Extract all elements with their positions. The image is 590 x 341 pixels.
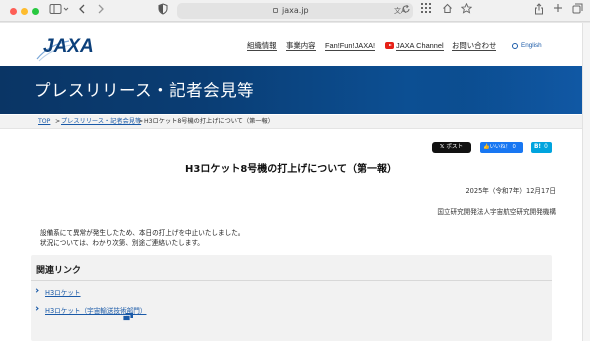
article-paragraph: 状況については、わかり次第、別途ご連絡いたします。 <box>40 239 204 247</box>
breadcrumb-separator: > <box>138 118 144 125</box>
share-icon[interactable] <box>533 3 545 19</box>
language-english-link[interactable]: English <box>521 42 542 49</box>
privacy-shield-icon[interactable] <box>157 3 169 19</box>
hatena-b-icon: B! <box>534 144 542 150</box>
url-text: jaxa.jp <box>282 6 309 15</box>
nav-fan-fun-jaxa[interactable]: Fan!Fun!JAXA! <box>325 41 376 51</box>
nav-contact[interactable]: お問い合わせ <box>452 41 497 51</box>
bookmark-star-icon[interactable] <box>460 2 472 19</box>
jaxa-logo-text: JAXA <box>43 36 93 57</box>
jaxa-logo[interactable]: JAXA <box>35 29 94 63</box>
related-links-box: 関連リンク <box>31 255 552 341</box>
article-organization: 国立研究開発法人宇宙航空研究開発機構 <box>437 208 556 216</box>
hatena-count: 0 <box>544 144 548 150</box>
address-bar[interactable]: jaxa.jp 文A <box>177 3 413 19</box>
zoom-window-button[interactable] <box>32 8 39 15</box>
nav-projects[interactable]: 事業内容 <box>286 41 316 51</box>
web-page: JAXA 組織情報 事業内容 Fan!Fun!JAXA! JAXA Channe… <box>0 23 590 341</box>
youtube-icon <box>385 42 394 49</box>
browser-toolbar: jaxa.jp 文A <box>0 0 590 22</box>
section-title: プレスリリース・記者会見等 <box>34 81 255 100</box>
article-date: 2025年（令和7年）12月17日 <box>465 187 556 195</box>
apps-grid-icon[interactable] <box>420 3 432 19</box>
lock-icon <box>273 8 278 13</box>
x-post-button[interactable]: 𝕏 ポスト <box>432 142 471 153</box>
nav-organization[interactable]: 組織情報 <box>247 41 277 51</box>
breadcrumb: TOP > プレスリリース・記者会見等 > H3ロケット8号機の打上げについて（… <box>0 115 582 129</box>
tab-overview-icon[interactable] <box>571 3 583 19</box>
article-paragraph: 設備系にて異常が発生したため、本日の打上げを中止いたしました。 <box>40 229 245 237</box>
breadcrumb-press-releases[interactable]: プレスリリース・記者会見等 <box>61 117 141 126</box>
x-post-label: ポスト <box>446 144 464 150</box>
breadcrumb-separator: > <box>55 118 61 125</box>
divider <box>31 280 552 281</box>
minimize-window-button[interactable] <box>21 8 28 15</box>
back-icon[interactable] <box>77 3 87 19</box>
new-tab-icon[interactable] <box>552 3 564 19</box>
reload-icon[interactable] <box>401 3 411 19</box>
page-scrollbar[interactable] <box>582 23 590 341</box>
sidebar-toggle-icon[interactable] <box>48 3 72 19</box>
nav-jaxa-channel[interactable]: JAXA Channel <box>396 41 444 51</box>
thumbs-up-icon: 👍 <box>483 144 490 150</box>
globe-icon <box>512 43 518 49</box>
section-banner: プレスリリース・記者会見等 <box>0 66 582 114</box>
external-link-icon <box>122 306 133 321</box>
facebook-like-label: いいね！ 0 <box>489 144 516 150</box>
breadcrumb-top[interactable]: TOP <box>38 117 50 126</box>
home-icon[interactable] <box>441 3 453 19</box>
hatena-bookmark-button[interactable]: B! 0 <box>531 142 552 153</box>
related-links-title: 関連リンク <box>36 266 82 276</box>
breadcrumb-current: H3ロケット8号機の打上げについて（第一報） <box>144 118 274 125</box>
forward-icon[interactable] <box>96 3 106 19</box>
related-link-h3-rocket[interactable]: H3ロケット <box>45 287 81 297</box>
facebook-like-button[interactable]: 👍いいね！ 0 <box>480 142 523 153</box>
close-window-button[interactable] <box>10 8 17 15</box>
article-title: H3ロケット8号機の打上げについて（第一報） <box>185 164 397 175</box>
